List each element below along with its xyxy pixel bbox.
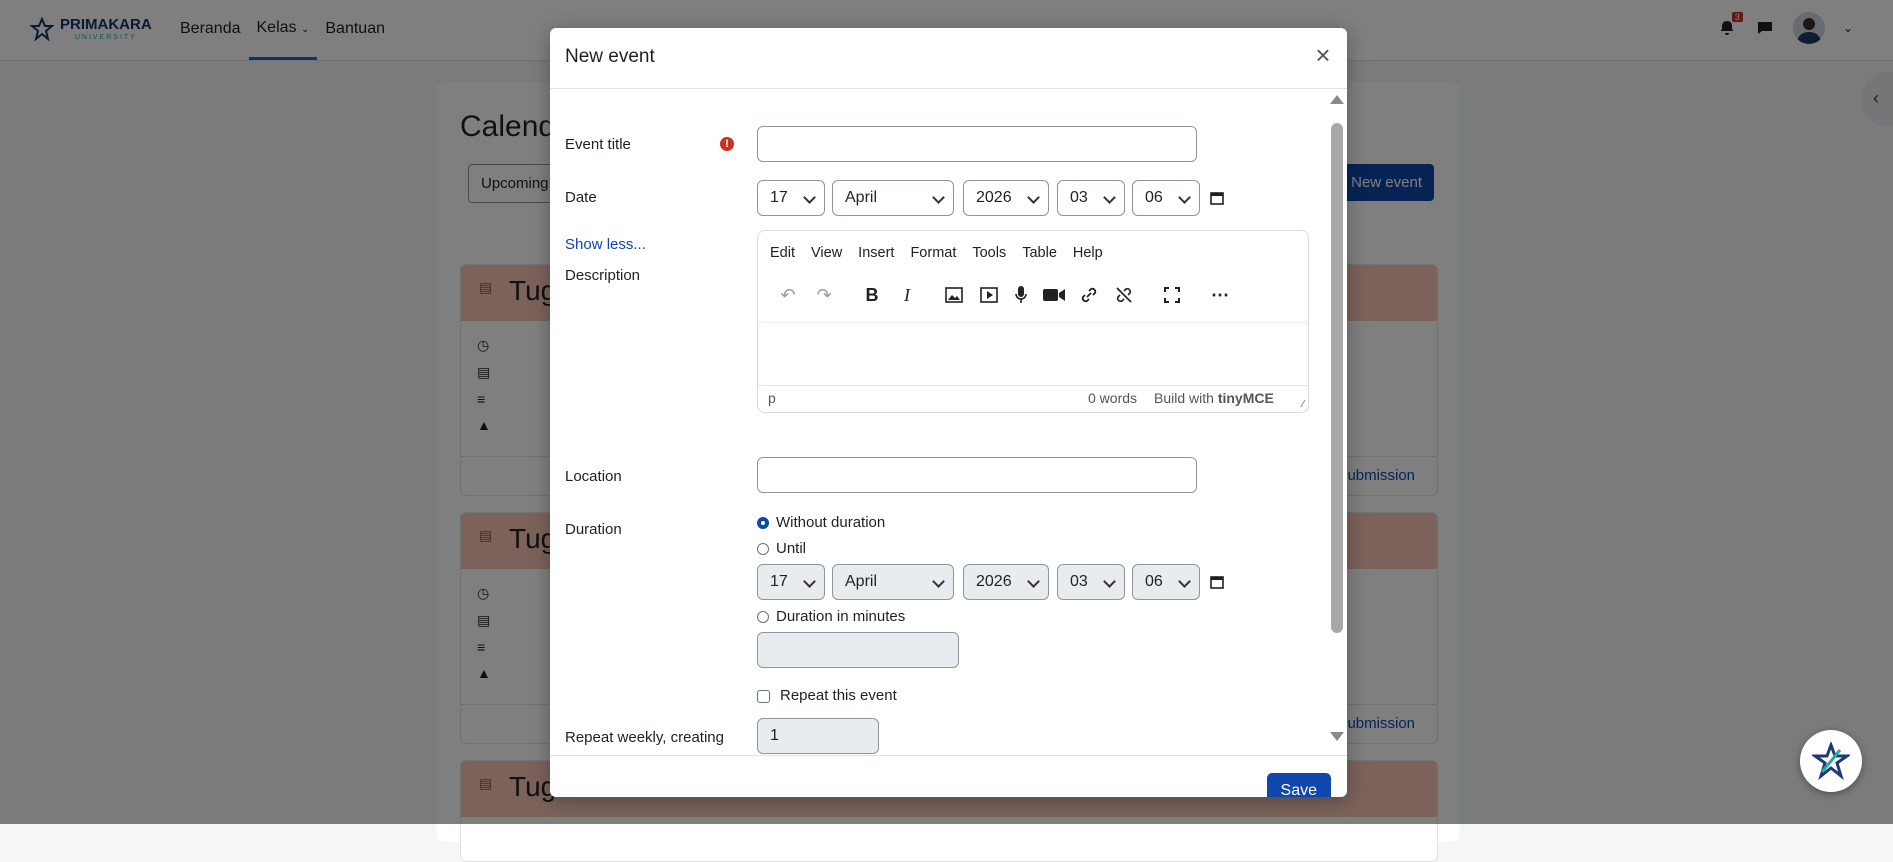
duration-minutes-label[interactable]: Duration in minutes (776, 608, 905, 625)
modal-footer: Save (550, 755, 1347, 797)
event-title-label: Event title (565, 136, 631, 153)
assistant-button[interactable] (1800, 730, 1862, 792)
duration-until-label[interactable]: Until (776, 540, 806, 557)
until-month-select[interactable]: April (832, 564, 954, 600)
chevron-down-icon (932, 191, 945, 204)
tinymce-logo[interactable]: tinyMCE (1218, 390, 1274, 406)
repeat-weekly-label: Repeat weekly, creating (565, 729, 724, 746)
description-label: Description (565, 267, 641, 284)
chevron-down-icon (1178, 575, 1191, 588)
chevron-down-icon (803, 575, 816, 588)
repeat-label[interactable]: Repeat this event (780, 687, 897, 704)
date-minute-select[interactable]: 06 (1132, 180, 1200, 216)
unlink-icon[interactable] (1112, 283, 1136, 307)
until-year-select[interactable]: 2026 (963, 564, 1049, 600)
duration-until-radio[interactable] (757, 543, 769, 555)
location-input[interactable] (757, 457, 1197, 493)
video-camera-icon[interactable] (1042, 283, 1066, 307)
repeat-checkbox[interactable] (757, 690, 770, 703)
brand-star-icon (1812, 742, 1850, 780)
repeat-count-input[interactable]: 1 (757, 718, 879, 754)
chevron-down-icon (1103, 575, 1116, 588)
more-icon[interactable]: ⋯ (1208, 283, 1232, 307)
chevron-down-icon (1027, 575, 1040, 588)
modal-body: Event title ! Date 17 April 2026 03 06 S… (550, 89, 1347, 755)
duration-minutes-radio[interactable] (757, 611, 769, 623)
image-icon[interactable] (942, 283, 966, 307)
show-less-link[interactable]: Show less... (565, 236, 646, 253)
new-event-modal: New event × Event title ! Date 17 April … (550, 28, 1347, 797)
duration-label: Duration (565, 521, 622, 538)
editor-statusbar: p 0 words Build with tinyMCE ∕ (758, 385, 1308, 412)
menu-edit[interactable]: Edit (770, 245, 795, 261)
chevron-down-icon (803, 191, 816, 204)
calendar-icon[interactable] (1210, 575, 1224, 589)
resize-handle-icon[interactable]: ∕ (1302, 399, 1304, 410)
element-path[interactable]: p (768, 390, 776, 406)
chevron-down-icon (1103, 191, 1116, 204)
close-icon[interactable]: × (1311, 42, 1335, 68)
modal-header: New event × (550, 28, 1347, 89)
scroll-up-icon[interactable] (1330, 95, 1344, 104)
scrollbar-thumb[interactable] (1331, 123, 1343, 633)
editor-toolbar: ↶ ↷ B I ⋯ (770, 283, 1300, 307)
date-label: Date (565, 189, 597, 206)
media-icon[interactable] (977, 283, 1001, 307)
menu-help[interactable]: Help (1073, 245, 1103, 261)
menu-table[interactable]: Table (1022, 245, 1057, 261)
calendar-icon[interactable] (1210, 191, 1224, 205)
menu-view[interactable]: View (811, 245, 842, 261)
modal-scrollbar[interactable] (1329, 95, 1344, 741)
duration-none-radio[interactable] (757, 517, 769, 529)
chevron-down-icon (932, 575, 945, 588)
until-minute-select[interactable]: 06 (1132, 564, 1200, 600)
until-day-select[interactable]: 17 (757, 564, 825, 600)
redo-icon[interactable]: ↷ (812, 283, 836, 307)
menu-tools[interactable]: Tools (972, 245, 1006, 261)
date-day-select[interactable]: 17 (757, 180, 825, 216)
menu-format[interactable]: Format (910, 245, 956, 261)
italic-icon[interactable]: I (895, 283, 919, 307)
undo-icon[interactable]: ↶ (776, 283, 800, 307)
until-hour-select[interactable]: 03 (1057, 564, 1125, 600)
chevron-down-icon (1178, 191, 1191, 204)
microphone-icon[interactable] (1009, 283, 1033, 307)
chevron-down-icon (1027, 191, 1040, 204)
duration-none-label[interactable]: Without duration (776, 514, 885, 531)
description-editor: Edit View Insert Format Tools Table Help… (757, 230, 1309, 413)
duration-minutes-input[interactable] (757, 632, 959, 668)
event-title-input[interactable] (757, 126, 1197, 162)
date-year-select[interactable]: 2026 (963, 180, 1049, 216)
link-icon[interactable] (1077, 283, 1101, 307)
bold-icon[interactable]: B (860, 283, 884, 307)
required-icon: ! (720, 137, 734, 151)
scroll-down-icon[interactable] (1330, 732, 1344, 741)
editor-menubar: Edit View Insert Format Tools Table Help (770, 245, 1103, 261)
date-month-select[interactable]: April (832, 180, 954, 216)
fullscreen-icon[interactable] (1160, 283, 1184, 307)
menu-insert[interactable]: Insert (858, 245, 894, 261)
modal-title: New event (565, 46, 655, 67)
save-button[interactable]: Save (1266, 773, 1331, 797)
build-with-text: Build with tinyMCE (1154, 390, 1274, 406)
description-edit-area[interactable] (758, 321, 1308, 387)
location-label: Location (565, 468, 622, 485)
word-count[interactable]: 0 words (1088, 390, 1137, 406)
date-hour-select[interactable]: 03 (1057, 180, 1125, 216)
